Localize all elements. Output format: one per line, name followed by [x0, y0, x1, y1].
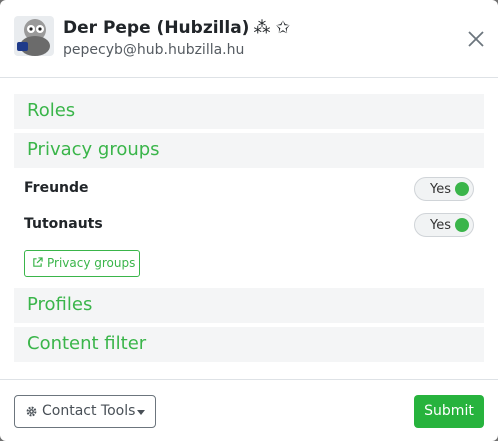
- close-button[interactable]: [467, 30, 485, 48]
- contact-address: pepecyb@hub.hubzilla.hu: [63, 42, 245, 58]
- contact-name: Der Pepe (Hubzilla) ⁂ ✩: [63, 18, 290, 38]
- section-content-filter-label: Content filter: [27, 333, 147, 354]
- toggle-knob: [455, 182, 469, 196]
- contact-name-text: Der Pepe (Hubzilla): [63, 18, 250, 38]
- section-privacy-groups[interactable]: Privacy groups: [14, 133, 484, 168]
- group-name: Freunde: [24, 180, 89, 196]
- avatar: [14, 16, 54, 56]
- section-roles[interactable]: Roles: [14, 94, 484, 129]
- external-link-icon: [33, 257, 43, 267]
- section-content-filter[interactable]: Content filter: [14, 327, 484, 362]
- section-privacy-groups-label: Privacy groups: [27, 139, 160, 160]
- network-glyphs: ⁂ ✩: [253, 18, 291, 38]
- dialog-header: Der Pepe (Hubzilla) ⁂ ✩ pepecyb@hub.hubzi…: [0, 0, 498, 78]
- toggle-state: Yes: [430, 182, 451, 197]
- section-profiles[interactable]: Profiles: [14, 288, 484, 323]
- submit-button[interactable]: Submit: [414, 395, 484, 428]
- section-roles-label: Roles: [27, 100, 76, 121]
- dialog-footer: Contact Tools Submit: [0, 379, 498, 441]
- group-row-tutonauts: Tutonauts Yes: [24, 213, 474, 237]
- group-row-freunde: Freunde Yes: [24, 177, 474, 201]
- close-icon: [468, 31, 484, 47]
- toggle-knob: [455, 218, 469, 232]
- privacy-groups-link-label: Privacy groups: [47, 256, 136, 270]
- contact-tools-label: Contact Tools: [42, 403, 136, 419]
- toggle-state: Yes: [430, 218, 451, 233]
- privacy-groups-link-button[interactable]: Privacy groups: [24, 250, 140, 277]
- group-toggle-freunde[interactable]: Yes: [414, 177, 474, 201]
- group-name: Tutonauts: [24, 216, 103, 232]
- gear-icon: [26, 406, 37, 417]
- contact-edit-dialog: Der Pepe (Hubzilla) ⁂ ✩ pepecyb@hub.hubzi…: [0, 0, 498, 441]
- chevron-down-icon: [137, 410, 145, 415]
- group-toggle-tutonauts[interactable]: Yes: [414, 213, 474, 237]
- contact-tools-dropdown[interactable]: Contact Tools: [14, 395, 156, 428]
- section-profiles-label: Profiles: [27, 294, 93, 315]
